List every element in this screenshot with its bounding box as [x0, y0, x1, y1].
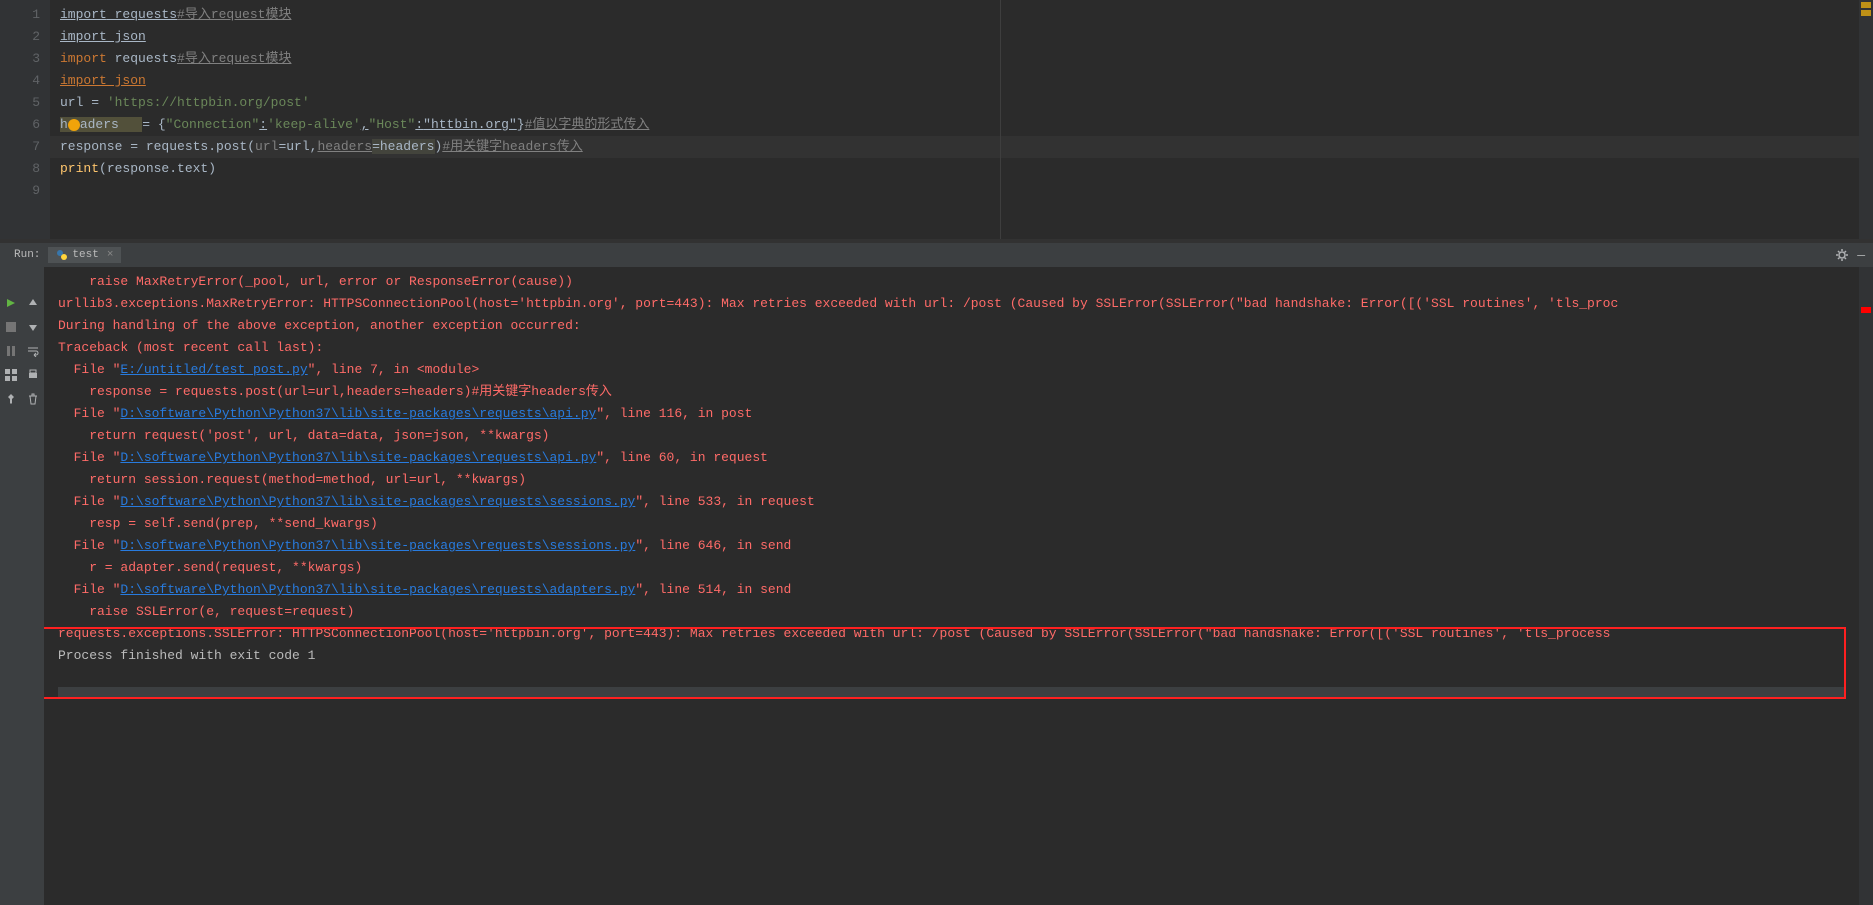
run-inner-toolbar — [22, 267, 44, 905]
line-number: 1 — [0, 4, 50, 26]
console-output[interactable]: raise MaxRetryError(_pool, url, error or… — [44, 267, 1859, 905]
run-tabs-bar: Run: test × — — [0, 243, 1873, 267]
console-line: raise MaxRetryError(_pool, url, error or… — [58, 271, 1859, 293]
console-line: During handling of the above exception, … — [58, 315, 1859, 337]
code-line: response = requests.post(url=url,headers… — [50, 136, 1859, 158]
print-icon[interactable] — [25, 367, 41, 383]
intention-bulb-icon[interactable] — [68, 119, 80, 131]
down-icon[interactable] — [25, 319, 41, 335]
run-panel: Run: test × — — [0, 240, 1873, 905]
line-number: 8 — [0, 158, 50, 180]
pause-icon[interactable] — [3, 343, 19, 359]
line-number: 6 — [0, 114, 50, 136]
console-line: raise SSLError(e, request=request) — [58, 601, 1859, 623]
stop-icon[interactable] — [3, 319, 19, 335]
console-line: File "D:\software\Python\Python37\lib\si… — [58, 491, 1859, 513]
line-number: 5 — [0, 92, 50, 114]
line-gutter: 1 2 3 4 5 6 7 8 9 — [0, 0, 50, 239]
hide-icon[interactable]: — — [1857, 248, 1865, 263]
layout-icon[interactable] — [3, 367, 19, 383]
console-line: File "D:\software\Python\Python37\lib\si… — [58, 447, 1859, 469]
file-link[interactable]: D:\software\Python\Python37\lib\site-pac… — [120, 538, 635, 553]
up-icon[interactable] — [25, 295, 41, 311]
code-line: print(response.text) — [50, 158, 1859, 180]
line-number: 7 — [0, 136, 50, 158]
close-icon[interactable]: × — [107, 249, 114, 261]
code-line: import requests#导入request模块 — [50, 48, 1859, 70]
file-link[interactable]: D:\software\Python\Python37\lib\site-pac… — [120, 494, 635, 509]
editor-marker-strip[interactable] — [1859, 0, 1873, 239]
tab-label: test — [72, 249, 98, 261]
code-line: haders = {"Connection":'keep-alive',"Hos… — [50, 114, 1859, 136]
line-number: 4 — [0, 70, 50, 92]
wrap-icon[interactable] — [25, 343, 41, 359]
run-tab[interactable]: test × — [48, 247, 121, 263]
warning-marker[interactable] — [1861, 10, 1871, 16]
console-line: Traceback (most recent call last): — [58, 337, 1859, 359]
gear-icon[interactable] — [1835, 248, 1849, 262]
run-content: Run: test × — — [0, 243, 1873, 905]
pin-icon[interactable] — [3, 391, 19, 407]
console-line: return session.request(method=method, ur… — [58, 469, 1859, 491]
line-number: 2 — [0, 26, 50, 48]
run-body: raise MaxRetryError(_pool, url, error or… — [0, 267, 1873, 905]
console-line: resp = self.send(prep, **send_kwargs) — [58, 513, 1859, 535]
error-marker[interactable] — [1861, 307, 1871, 313]
code-editor[interactable]: import requests#导入request模块 import json … — [50, 0, 1859, 239]
code-line: import json — [50, 70, 1859, 92]
console-line: File "D:\software\Python\Python37\lib\si… — [58, 579, 1859, 601]
run-left-toolbar — [0, 267, 22, 905]
file-link[interactable]: D:\software\Python\Python37\lib\site-pac… — [120, 406, 596, 421]
file-link[interactable]: D:\software\Python\Python37\lib\site-pac… — [120, 582, 635, 597]
rerun-icon[interactable] — [3, 295, 19, 311]
line-number: 3 — [0, 48, 50, 70]
warning-marker[interactable] — [1861, 2, 1871, 8]
console-line: r = adapter.send(request, **kwargs) — [58, 557, 1859, 579]
trash-icon[interactable] — [25, 391, 41, 407]
console-line: File "E:/untitled/test_post.py", line 7,… — [58, 359, 1859, 381]
console-marker-strip[interactable] — [1859, 267, 1873, 905]
code-line: import requests#导入request模块 — [50, 4, 1859, 26]
right-margin-line — [1000, 0, 1001, 239]
code-line: import json — [50, 26, 1859, 48]
console-line: urllib3.exceptions.MaxRetryError: HTTPSC… — [58, 293, 1859, 315]
console-line: File "D:\software\Python\Python37\lib\si… — [58, 535, 1859, 557]
code-line: url = 'https://httpbin.org/post' — [50, 92, 1859, 114]
highlight-box — [44, 627, 1846, 699]
console-line: return request('post', url, data=data, j… — [58, 425, 1859, 447]
editor-area: 1 2 3 4 5 6 7 8 9 import requests#导入requ… — [0, 0, 1873, 240]
console-line: File "D:\software\Python\Python37\lib\si… — [58, 403, 1859, 425]
run-label: Run: — [6, 249, 48, 261]
file-link[interactable]: D:\software\Python\Python37\lib\site-pac… — [120, 450, 596, 465]
file-link[interactable]: E:/untitled/test_post.py — [120, 362, 307, 377]
line-number: 9 — [0, 180, 50, 202]
console-line: response = requests.post(url=url,headers… — [58, 381, 1859, 403]
python-file-icon — [56, 249, 68, 261]
